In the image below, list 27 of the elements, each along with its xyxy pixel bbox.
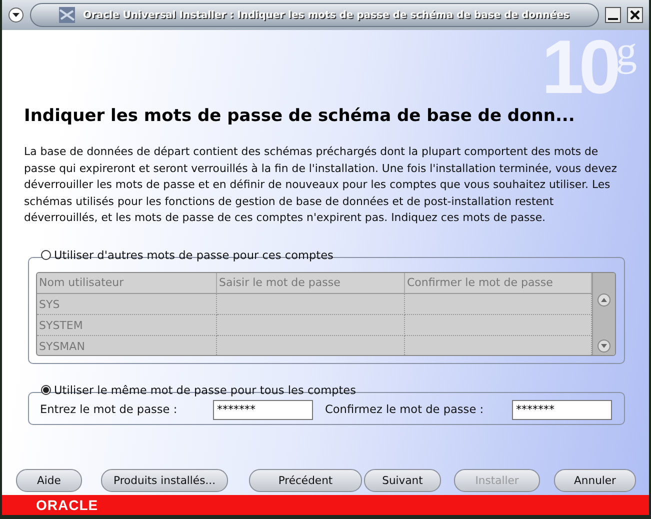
close-icon[interactable] [627,7,643,23]
table-cell: SYSMAN [37,336,217,354]
app-icon [59,7,75,23]
option-label: Utiliser le même mot de passe pour tous les comptes [54,384,356,396]
field-label: Confirmez le mot de passe : [325,403,485,416]
dialog-button[interactable]: Aide [16,469,82,492]
minimize-icon[interactable] [605,7,621,23]
dialog-button[interactable]: Annuler [554,469,636,492]
table-cell: SYS [37,294,217,314]
menu-icon[interactable] [8,7,24,23]
page-heading: Indiquer les mots de passe de schéma de base de donn... [24,106,576,126]
window-title: Oracle Universal Installer : Indiquer les mots de passe de schéma de base de données [83,10,570,20]
brand-logo: ORACLE [36,497,98,513]
column-header: Nom utilisateur [37,272,217,294]
radio-button[interactable] [41,385,51,395]
column-header: Saisir le mot de passe [217,272,405,294]
password-field[interactable]: ******* [512,400,612,420]
dialog-button[interactable]: Précédent [249,469,362,492]
description-text: La base de données de départ contient des schémas préchargés dont la plupart comportent des mots de passe qui expireront et seront verrouillés à la fin de l'installation. Une fois l'installation terminée, vous devez déverrouiller les mots de passe et en définir de nouveaux pour les comptes que vous souhaitez utiliser. Les schémas utilisés pour les fonctions de gestion de base de données et de post-installation restent déverrouillés, et les mots de passe de ces comptes n'expirent pas. Indiquez ces mots de passe. [24,144,618,226]
option-label: Utiliser d'autres mots de passe pour ces comptes [54,248,334,262]
dialog-button[interactable]: Produits installés... [101,469,228,492]
radio-button[interactable] [41,250,51,260]
dialog-button[interactable]: Suivant [364,469,441,492]
table-cell: SYSTEM [37,314,217,336]
password-field[interactable]: ******* [213,400,313,420]
field-label: Entrez le mot de passe : [40,403,178,416]
column-header: Confirmer le mot de passe [405,272,592,294]
